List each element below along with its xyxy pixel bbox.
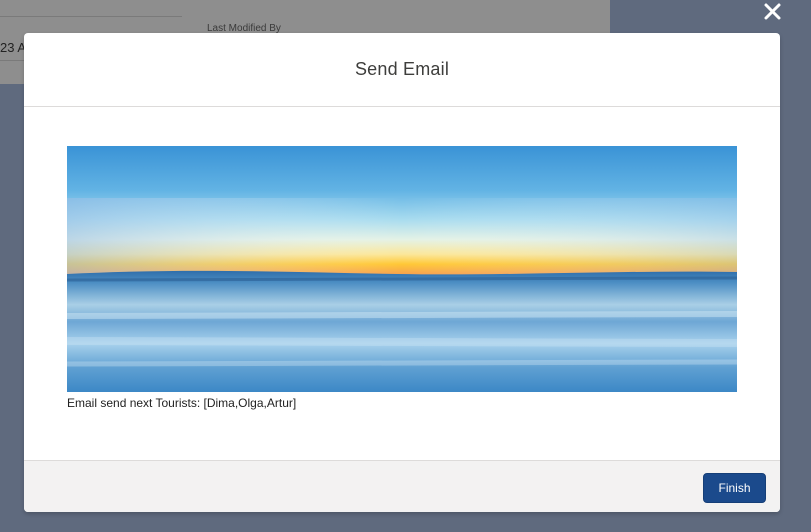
finish-button[interactable]: Finish xyxy=(703,473,766,503)
divider xyxy=(0,16,182,17)
email-recipients-text: Email send next Tourists: [Dima,Olga,Art… xyxy=(67,396,297,410)
page: 23 AM Last Modified By Send Email Email … xyxy=(0,0,811,532)
close-icon xyxy=(764,3,781,20)
close-modal-button[interactable] xyxy=(760,0,786,24)
send-email-modal: Send Email Email send next Tourists: [Di… xyxy=(24,33,780,512)
modal-title: Send Email xyxy=(354,59,450,79)
sunset-sea-image xyxy=(67,146,737,392)
modal-footer: Finish xyxy=(24,460,780,512)
modal-header: Send Email xyxy=(24,33,780,107)
modal-body: Email send next Tourists: [Dima,Olga,Art… xyxy=(24,107,780,460)
